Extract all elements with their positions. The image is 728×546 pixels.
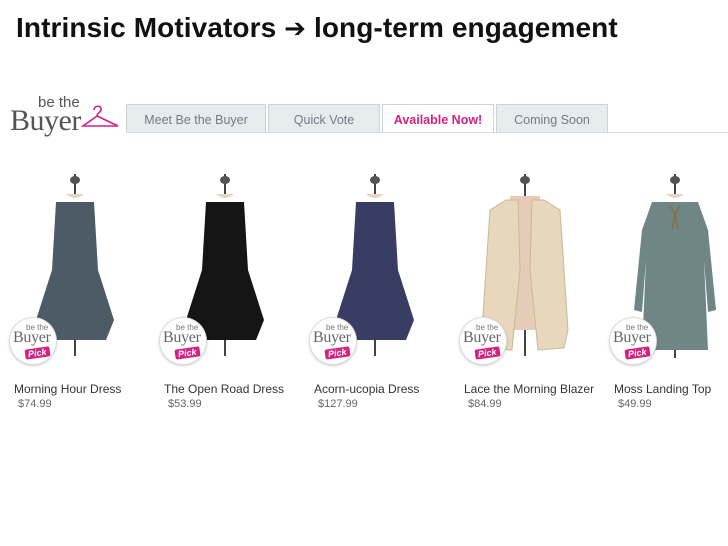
product-name[interactable]: Moss Landing Top bbox=[614, 382, 711, 396]
product-price: $84.99 bbox=[468, 398, 502, 410]
tab-bar: Meet Be the Buyer Quick Vote Available N… bbox=[126, 104, 608, 132]
be-the-buyer-pick-badge: be the Buyer Pick bbox=[460, 318, 506, 364]
tab-quick-vote[interactable]: Quick Vote bbox=[268, 104, 380, 132]
be-the-buyer-logo[interactable]: be the Buyer bbox=[10, 94, 122, 138]
product-price: $49.99 bbox=[618, 398, 652, 410]
arrow-right-icon: ➔ bbox=[284, 14, 307, 44]
product-card[interactable]: be the Buyer Pick The Open Road Dress $53.99 bbox=[154, 170, 296, 420]
be-the-buyer-pick-badge: be the Buyer Pick bbox=[160, 318, 206, 364]
be-the-buyer-pick-badge: be the Buyer Pick bbox=[10, 318, 56, 364]
logo-big-text: Buyer bbox=[10, 104, 81, 137]
tab-coming-soon[interactable]: Coming Soon bbox=[496, 104, 608, 132]
product-price: $74.99 bbox=[18, 398, 52, 410]
product-name[interactable]: Lace the Morning Blazer bbox=[464, 382, 594, 396]
badge-pick-text: Pick bbox=[174, 346, 201, 360]
hanger-icon bbox=[80, 105, 119, 127]
badge-pick-text: Pick bbox=[24, 346, 51, 360]
badge-pick-text: Pick bbox=[624, 346, 651, 360]
product-name[interactable]: Acorn-ucopia Dress bbox=[314, 382, 419, 396]
title-right: long-term engagement bbox=[313, 12, 618, 43]
slide-title: Intrinsic Motivators ➔ long-term engagem… bbox=[16, 12, 618, 44]
product-name[interactable]: The Open Road Dress bbox=[164, 382, 284, 396]
badge-pick-text: Pick bbox=[324, 346, 351, 360]
badge-big-text: Buyer bbox=[613, 329, 651, 346]
badge-big-text: Buyer bbox=[163, 329, 201, 346]
be-the-buyer-pick-badge: be the Buyer Pick bbox=[310, 318, 356, 364]
product-card[interactable]: be the Buyer Pick Moss Landing Top $49.99 bbox=[604, 170, 728, 420]
tab-divider bbox=[126, 132, 728, 133]
product-card[interactable]: be the Buyer Pick Morning Hour Dress $74.99 bbox=[4, 170, 146, 420]
product-name[interactable]: Morning Hour Dress bbox=[14, 382, 121, 396]
product-grid: be the Buyer Pick Morning Hour Dress $74.99 b… bbox=[0, 170, 728, 420]
tab-available-now[interactable]: Available Now! bbox=[382, 104, 494, 132]
badge-big-text: Buyer bbox=[13, 329, 51, 346]
product-card[interactable]: be the Buyer Pick Lace the Morning Blazer $8… bbox=[454, 170, 596, 420]
badge-pick-text: Pick bbox=[474, 346, 501, 360]
badge-big-text: Buyer bbox=[313, 329, 351, 346]
be-the-buyer-pick-badge: be the Buyer Pick bbox=[610, 318, 656, 364]
product-price: $127.99 bbox=[318, 398, 358, 410]
title-left: Intrinsic Motivators bbox=[16, 12, 277, 43]
badge-big-text: Buyer bbox=[463, 329, 501, 346]
tab-meet-be-the-buyer[interactable]: Meet Be the Buyer bbox=[126, 104, 266, 132]
product-price: $53.99 bbox=[168, 398, 202, 410]
product-card[interactable]: be the Buyer Pick Acorn-ucopia Dress $127.99 bbox=[304, 170, 446, 420]
